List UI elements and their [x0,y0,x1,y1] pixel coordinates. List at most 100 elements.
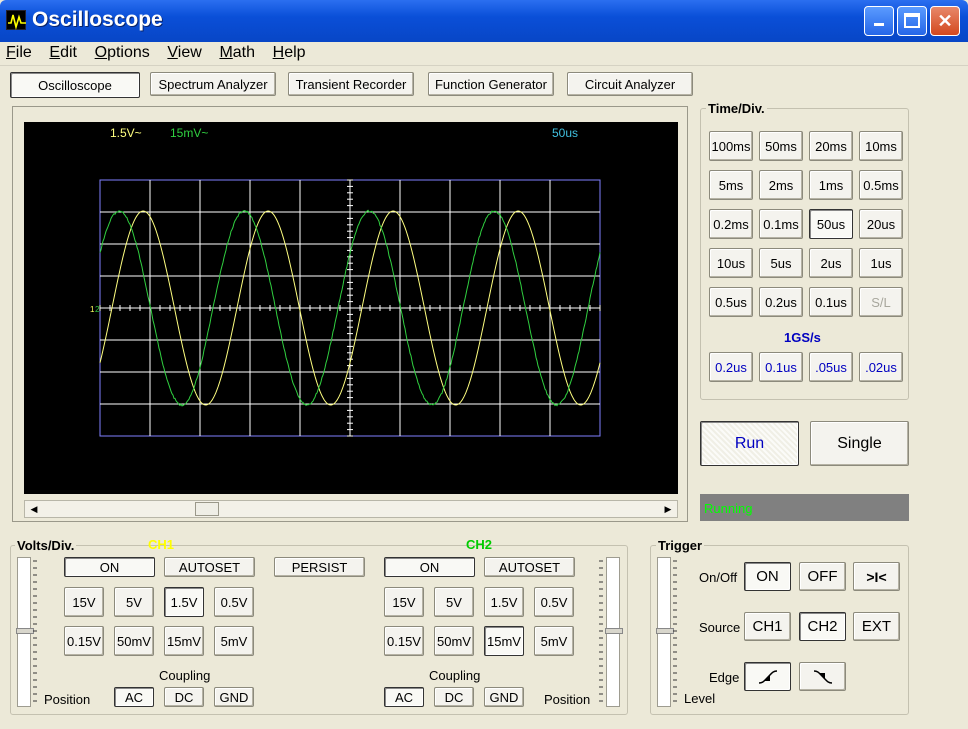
run-button[interactable]: Run [700,421,799,466]
ch1-volts-button-0-15v[interactable]: 0.15V [64,626,104,656]
fast-timediv-button-1[interactable]: 0.1us [759,352,803,382]
menu-file[interactable]: File [0,42,38,62]
fast-timediv-button-2[interactable]: .05us [809,352,853,382]
ch1-slider-ticks [32,557,40,707]
timediv-button-10us[interactable]: 10us [709,248,753,278]
menu-help[interactable]: Help [267,42,312,62]
ch2-volts-button-1-5v[interactable]: 1.5V [484,587,524,617]
trigger-rising-edge-button[interactable] [744,662,791,691]
timediv-button-5us[interactable]: 5us [759,248,803,278]
trigger-level-slider[interactable] [657,557,671,707]
trigger-off-button[interactable]: OFF [799,562,846,591]
menu-options[interactable]: Options [89,42,156,62]
ch1-volts-button-5mv[interactable]: 5mV [214,626,254,656]
ch1-volts-button-15v[interactable]: 15V [64,587,104,617]
timediv-button-0-5us[interactable]: 0.5us [709,287,753,317]
ch1-coupling-ac-button[interactable]: AC [114,687,154,707]
ch1-volts-button-5v[interactable]: 5V [114,587,154,617]
menu-bar: File Edit Options View Math Help [0,42,968,66]
ch2-coupling-label: Coupling [429,668,480,683]
scroll-right-arrow-icon[interactable]: ▶ [660,502,676,516]
tab-oscilloscope[interactable]: Oscilloscope [10,72,140,98]
timediv-button-2ms[interactable]: 2ms [759,170,803,200]
scroll-left-arrow-icon[interactable]: ◀ [26,502,42,516]
timediv-button-1us[interactable]: 1us [859,248,903,278]
timediv-button-20ms[interactable]: 20ms [809,131,853,161]
ch1-volts-button-15mv[interactable]: 15mV [164,626,204,656]
menu-math[interactable]: Math [213,42,261,62]
tab-spectrum-analyzer[interactable]: Spectrum Analyzer [150,72,276,96]
tab-function-generator[interactable]: Function Generator [428,72,554,96]
ch1-scale-readout: 1.5V~ [110,126,142,140]
ch1-position-label: Position [44,692,90,707]
timediv-button-0-2ms[interactable]: 0.2ms [709,209,753,239]
ch2-coupling-gnd-button[interactable]: GND [484,687,524,707]
trigger-label: Trigger [656,538,704,553]
horizontal-scrollbar[interactable]: ◀ ▶ [24,500,678,518]
ch2-position-knob[interactable] [605,628,623,634]
ch2-ground-marker: 2 [95,305,100,314]
trigger-on-button[interactable]: ON [744,562,791,591]
ch1-volts-button-1-5v[interactable]: 1.5V [164,587,204,617]
timediv-button-50ms[interactable]: 50ms [759,131,803,161]
timediv-button-2us[interactable]: 2us [809,248,853,278]
ch2-volts-button-5v[interactable]: 5V [434,587,474,617]
fast-timediv-button-0[interactable]: 0.2us [709,352,753,382]
trigger-source-ch1-button[interactable]: CH1 [744,612,791,641]
tab-circuit-analyzer[interactable]: Circuit Analyzer [567,72,693,96]
single-button[interactable]: Single [810,421,909,466]
ch2-volts-button-15v[interactable]: 15V [384,587,424,617]
trigger-edge-label: Edge [709,670,739,685]
trigger-source-ch2-button[interactable]: CH2 [799,612,846,641]
ch2-position-slider[interactable] [606,557,620,707]
timediv-button-20us[interactable]: 20us [859,209,903,239]
close-button[interactable]: ✕ [930,6,960,36]
menu-edit[interactable]: Edit [43,42,83,62]
timediv-button-0-2us[interactable]: 0.2us [759,287,803,317]
ch2-volts-button-5mv[interactable]: 5mV [534,626,574,656]
ch1-position-slider[interactable] [17,557,31,707]
ch1-on-button[interactable]: ON [64,557,155,577]
ch1-volts-button-0-5v[interactable]: 0.5V [214,587,254,617]
ch1-volts-button-50mv[interactable]: 50mV [114,626,154,656]
ch2-on-button[interactable]: ON [384,557,475,577]
scroll-thumb[interactable] [195,502,219,516]
trigger-slider-ticks [672,557,680,707]
persist-button[interactable]: PERSIST [274,557,365,577]
timediv-button-s-l[interactable]: S/L [859,287,903,317]
ch2-title: CH2 [464,537,494,552]
trigger-onoff-label: On/Off [699,570,737,585]
ch2-volts-button-0-5v[interactable]: 0.5V [534,587,574,617]
sample-rate-label: 1GS/s [784,330,821,345]
ch2-volts-button-15mv[interactable]: 15mV [484,626,524,656]
minimize-button[interactable] [864,6,894,36]
window-title: Oscilloscope [32,8,163,32]
ch2-coupling-dc-button[interactable]: DC [434,687,474,707]
timediv-button-5ms[interactable]: 5ms [709,170,753,200]
ch2-autoset-button[interactable]: AUTOSET [484,557,575,577]
timediv-button-100ms[interactable]: 100ms [709,131,753,161]
scope-screen[interactable]: 1.5V~ 15mV~ 50us 1 2 [24,122,678,494]
ch2-volts-button-50mv[interactable]: 50mV [434,626,474,656]
trigger-falling-edge-button[interactable] [799,662,846,691]
fast-timediv-button-3[interactable]: .02us [859,352,903,382]
ch2-coupling-ac-button[interactable]: AC [384,687,424,707]
scope-waveform-canvas: 1.5V~ 15mV~ 50us 1 2 [24,122,678,494]
ch1-coupling-gnd-button[interactable]: GND [214,687,254,707]
timediv-button-10ms[interactable]: 10ms [859,131,903,161]
timediv-button-50us[interactable]: 50us [809,209,853,239]
timediv-button-1ms[interactable]: 1ms [809,170,853,200]
timediv-button-0-1ms[interactable]: 0.1ms [759,209,803,239]
trigger-auto-button[interactable]: >I< [853,562,900,591]
timediv-button-0-1us[interactable]: 0.1us [809,287,853,317]
ch1-coupling-dc-button[interactable]: DC [164,687,204,707]
title-bar[interactable]: Oscilloscope ✕ [0,0,968,42]
ch1-autoset-button[interactable]: AUTOSET [164,557,255,577]
menu-view[interactable]: View [161,42,207,62]
trigger-source-ext-button[interactable]: EXT [853,612,900,641]
tab-transient-recorder[interactable]: Transient Recorder [288,72,414,96]
maximize-button[interactable] [897,6,927,36]
timediv-button-0-5ms[interactable]: 0.5ms [859,170,903,200]
timediv-label: Time/Div. [706,101,767,116]
ch2-volts-button-0-15v[interactable]: 0.15V [384,626,424,656]
